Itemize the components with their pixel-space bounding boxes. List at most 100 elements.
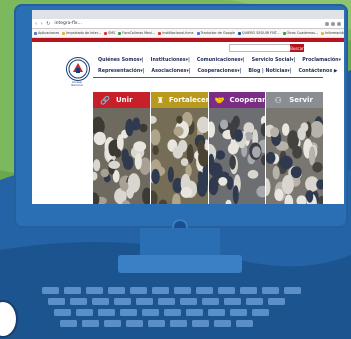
- tab-bar: [32, 10, 344, 19]
- keyboard-key: [208, 309, 225, 316]
- tile-caption[interactable]: ⚇ Servir: [266, 92, 323, 108]
- logo-caption: Consejo Nacional: [71, 81, 83, 87]
- search-input[interactable]: [229, 44, 291, 52]
- keyboard-key: [224, 298, 241, 305]
- feature-tiles: 🔗 Unir ♜ Fortalecer 🤝 Cooperar ⚇ Servir: [93, 92, 323, 204]
- address-bar[interactable]: ‹ › ↻ integra-flx...: [32, 19, 344, 29]
- menu-item[interactable]: Representación▾|: [98, 69, 144, 74]
- tile-cooperar[interactable]: 🤝 Cooperar: [208, 92, 266, 204]
- tile-photo: [93, 92, 150, 204]
- bookmark-favicon-icon: [118, 31, 122, 35]
- bookmark-item[interactable]: Importado de Inter...: [62, 31, 101, 35]
- keyboard-key: [70, 298, 87, 305]
- monitor-stand-base: [118, 255, 242, 273]
- bookmark-label: Información de dispo...: [325, 31, 344, 35]
- keyboard-key: [246, 298, 263, 305]
- tile-fortalecer[interactable]: ♜ Fortalecer: [150, 92, 208, 204]
- tile-servir[interactable]: ⚇ Servir: [266, 92, 323, 204]
- bookmark-label: InstiNacional.fcmx: [162, 31, 194, 35]
- bookmark-item[interactable]: SMS: [104, 31, 115, 35]
- bookmark-favicon-icon: [321, 31, 325, 35]
- nav-buttons[interactable]: ‹ › ↻: [35, 21, 51, 27]
- keyboard-key: [230, 309, 247, 316]
- keyboard-key: [82, 320, 99, 327]
- tile-caption[interactable]: ♜ Fortalecer: [150, 92, 208, 108]
- bookmark-item[interactable]: Otros Cuadernos...: [282, 31, 319, 35]
- tile-photo: [266, 92, 323, 204]
- monitor-frame: ‹ › ↻ integra-flx... Aplicaciones Importa…: [14, 4, 348, 228]
- menu-item[interactable]: Quiénes Somos▾|: [98, 58, 144, 63]
- keyboard-key: [126, 320, 143, 327]
- keyboard-key: [240, 287, 257, 294]
- site-logo[interactable]: [66, 57, 90, 81]
- menu-item[interactable]: Blog | Noticias▾|: [248, 69, 291, 74]
- tower-icon: ♜: [156, 95, 164, 105]
- keyboard-key: [98, 309, 115, 316]
- tile-label: Cooperar: [229, 96, 266, 104]
- bookmark-item[interactable]: ForoColimas Mexi...: [118, 31, 155, 35]
- tile-caption[interactable]: 🤝 Cooperar: [208, 92, 266, 108]
- keyboard-key: [192, 320, 209, 327]
- keyboard-key: [142, 309, 159, 316]
- bookmark-label: Aplicaciones: [38, 31, 60, 35]
- main-menu-row-2: Representación▾| Asociaciones▾| Cooperacio…: [98, 69, 344, 74]
- main-menu-row-1: Quiénes Somos▾| Instituciones▾| Comunicaci…: [98, 58, 344, 63]
- bookmark-favicon-icon: [237, 31, 241, 35]
- tile-label: Fortalecer: [168, 96, 208, 104]
- keyboard-key: [48, 298, 65, 305]
- menu-item[interactable]: Cooperaciones▾|: [197, 69, 241, 74]
- tile-photo: [208, 92, 266, 204]
- tile-caption[interactable]: 🔗 Unir: [93, 92, 150, 108]
- bookmark-item[interactable]: QUIERO SEGUIR FNT...: [237, 31, 280, 35]
- keyboard-key: [180, 298, 197, 305]
- bookmark-favicon-icon: [34, 31, 37, 35]
- keyboard-key: [114, 298, 131, 305]
- menu-item[interactable]: Instituciones▾|: [151, 58, 190, 63]
- keyboard-key: [236, 320, 253, 327]
- bookmark-item[interactable]: Aplicaciones: [34, 31, 59, 35]
- bookmark-label: Importado de Inter...: [66, 31, 102, 35]
- keyboard-key: [92, 298, 109, 305]
- keyboard-key: [196, 287, 213, 294]
- bookmark-item[interactable]: Información de dispo...: [321, 31, 344, 35]
- keyboard-key: [252, 309, 269, 316]
- menu-item[interactable]: Servicio Social▾|: [252, 58, 296, 63]
- keyboard-key: [42, 287, 59, 294]
- monitor-stand: [140, 228, 220, 256]
- tile-unir[interactable]: 🔗 Unir: [93, 92, 150, 204]
- handshake-icon: 🤝: [214, 95, 225, 105]
- keyboard-key: [130, 287, 147, 294]
- bookmark-favicon-icon: [282, 31, 286, 35]
- keyboard-key: [262, 287, 279, 294]
- keyboard-key: [174, 287, 191, 294]
- bookmark-label: QUIERO SEGUIR FNT...: [241, 31, 280, 35]
- keyboard-key: [60, 320, 77, 327]
- menu-item[interactable]: Contáctenos ▶: [298, 69, 337, 74]
- url-text[interactable]: integra-flx...: [54, 21, 82, 26]
- keyboard-key: [268, 298, 285, 305]
- keyboard-key: [202, 298, 219, 305]
- logo-emblem-icon: [68, 59, 88, 79]
- keyboard-key: [158, 298, 175, 305]
- bookmark-label: SMS: [108, 31, 116, 35]
- extension-icon[interactable]: [325, 21, 329, 26]
- extension-icon[interactable]: [331, 21, 335, 26]
- keyboard-key: [170, 320, 187, 327]
- menu-item[interactable]: Asociaciones▾|: [151, 69, 190, 74]
- keyboard-key: [108, 287, 125, 294]
- browser-window: ‹ › ↻ integra-flx... Aplicaciones Importa…: [32, 10, 344, 204]
- keyboard-key: [54, 309, 71, 316]
- profile-icon[interactable]: [337, 21, 341, 26]
- menu-item[interactable]: Comunicaciones▾|: [197, 58, 245, 63]
- toolbar-icons: [325, 21, 341, 26]
- bookmark-label: Otros Cuadernos...: [286, 31, 319, 35]
- menu-item[interactable]: Proclamación▾: [302, 58, 341, 63]
- keyboard-key: [164, 309, 181, 316]
- web-page: Buscar Consejo Nacional Quiénes Somos▾| I…: [32, 38, 344, 204]
- bookmarks-bar: Aplicaciones Importado de Inter... SMS Foro…: [32, 29, 344, 38]
- bookmark-item[interactable]: InstiNacional.fcmx: [158, 31, 194, 35]
- keyboard-key: [104, 320, 121, 327]
- search-button[interactable]: Buscar: [290, 44, 304, 52]
- keyboard-key: [186, 309, 203, 316]
- bookmark-item[interactable]: Traductor de Google: [196, 31, 235, 35]
